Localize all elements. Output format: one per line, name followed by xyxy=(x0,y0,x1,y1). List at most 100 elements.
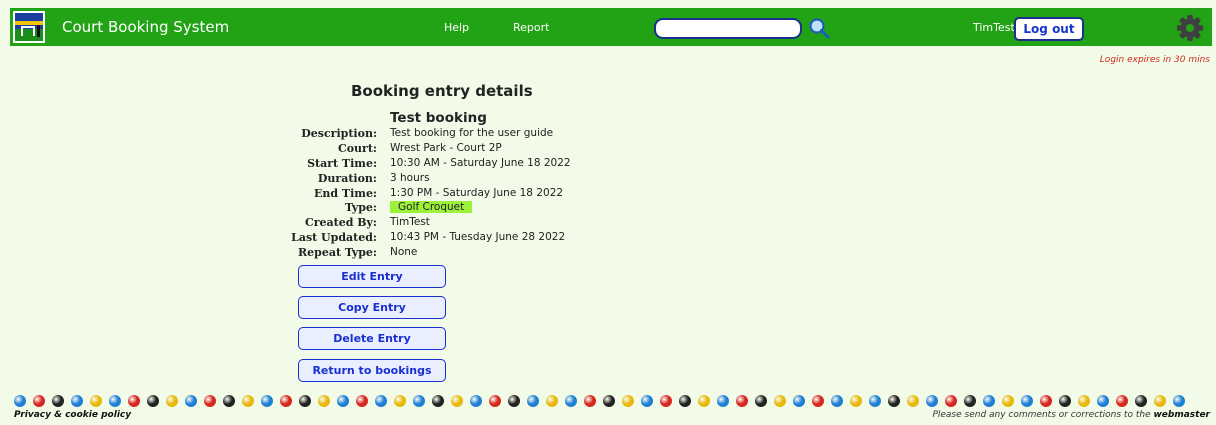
croquet-ball xyxy=(527,395,539,407)
croquet-ball xyxy=(413,395,425,407)
croquet-ball xyxy=(1002,395,1014,407)
logout-button[interactable]: Log out xyxy=(1014,17,1084,41)
croquet-ball xyxy=(261,395,273,407)
detail-label: Duration: xyxy=(317,171,377,185)
username: TimTest xyxy=(973,21,1015,34)
type-badge: Golf Croquet xyxy=(390,201,473,214)
edit-entry-button[interactable]: Edit Entry xyxy=(298,265,446,288)
footer-note-text: Please send any comments or corrections … xyxy=(932,410,1151,420)
croquet-ball xyxy=(318,395,330,407)
detail-label: Start Time: xyxy=(307,156,377,170)
croquet-ball xyxy=(1173,395,1185,407)
croquet-ball xyxy=(603,395,615,407)
croquet-ball xyxy=(337,395,349,407)
croquet-ball xyxy=(223,395,235,407)
croquet-ball xyxy=(850,395,862,407)
croquet-ball xyxy=(394,395,406,407)
detail-label: Created By: xyxy=(304,216,377,230)
croquet-ball xyxy=(926,395,938,407)
detail-label: Court: xyxy=(337,141,377,155)
croquet-ball xyxy=(945,395,957,407)
croquet-ball xyxy=(375,395,387,407)
copy-entry-button[interactable]: Copy Entry xyxy=(298,296,446,319)
detail-label: Last Updated: xyxy=(291,231,377,245)
detail-value: TimTest xyxy=(390,216,430,229)
croquet-ball xyxy=(204,395,216,407)
croquet-ball xyxy=(299,395,311,407)
croquet-ball xyxy=(660,395,672,407)
croquet-ball xyxy=(622,395,634,407)
croquet-ball xyxy=(280,395,292,407)
detail-value: Test booking for the user guide xyxy=(390,127,554,139)
croquet-ball xyxy=(508,395,520,407)
croquet-ball xyxy=(1078,395,1090,407)
croquet-ball xyxy=(755,395,767,407)
croquet-ball xyxy=(147,395,159,407)
detail-label: Description: xyxy=(301,127,377,140)
page-title: Booking entry details xyxy=(351,82,533,100)
webmaster-link[interactable]: webmaster xyxy=(1153,410,1210,420)
entry-name: Test booking xyxy=(390,110,487,126)
croquet-ball xyxy=(470,395,482,407)
croquet-ball xyxy=(432,395,444,407)
detail-value: 1:30 PM - Saturday June 18 2022 xyxy=(390,186,564,199)
footer-note: Please send any comments or corrections … xyxy=(932,410,1210,420)
app-logo xyxy=(13,11,45,43)
delete-entry-button[interactable]: Delete Entry xyxy=(298,327,446,350)
nav-report-link[interactable]: Report xyxy=(513,21,549,34)
detail-label: End Time: xyxy=(314,186,377,200)
detail-value: Wrest Park - Court 2P xyxy=(390,141,502,154)
croquet-ball xyxy=(869,395,881,407)
croquet-ball xyxy=(489,395,501,407)
croquet-ball xyxy=(451,395,463,407)
detail-label: Repeat Type: xyxy=(298,246,377,260)
nav-help-link[interactable]: Help xyxy=(444,21,469,34)
croquet-ball xyxy=(128,395,140,407)
croquet-ball xyxy=(546,395,558,407)
croquet-ball xyxy=(831,395,843,407)
detail-value: None xyxy=(390,246,418,259)
croquet-ball xyxy=(736,395,748,407)
croquet-ball xyxy=(584,395,596,407)
search-input[interactable] xyxy=(654,18,802,39)
croquet-ball xyxy=(565,395,577,407)
top-navigation-bar: Court Booking System Help Report TimTest… xyxy=(10,8,1212,46)
croquet-ball xyxy=(679,395,691,407)
privacy-policy-link[interactable]: Privacy & cookie policy xyxy=(14,410,131,420)
croquet-balls-divider xyxy=(14,395,1210,407)
croquet-ball xyxy=(71,395,83,407)
croquet-ball xyxy=(907,395,919,407)
croquet-ball xyxy=(793,395,805,407)
croquet-ball xyxy=(14,395,26,407)
croquet-ball xyxy=(698,395,710,407)
croquet-ball xyxy=(717,395,729,407)
croquet-ball xyxy=(33,395,45,407)
detail-value: 3 hours xyxy=(390,171,430,184)
croquet-ball xyxy=(166,395,178,407)
croquet-ball xyxy=(109,395,121,407)
login-expiry-notice: Login expires in 30 mins xyxy=(1099,55,1210,65)
app-title[interactable]: Court Booking System xyxy=(62,18,229,36)
detail-value: 10:30 AM - Saturday June 18 2022 xyxy=(390,156,571,169)
croquet-ball xyxy=(1040,395,1052,407)
return-to-bookings-button[interactable]: Return to bookings xyxy=(298,359,446,382)
croquet-ball xyxy=(1097,395,1109,407)
croquet-ball xyxy=(90,395,102,407)
detail-value: 10:43 PM - Tuesday June 28 2022 xyxy=(390,231,566,244)
croquet-ball xyxy=(52,395,64,407)
croquet-ball xyxy=(1116,395,1128,407)
detail-label: Type: xyxy=(344,201,377,215)
croquet-ball xyxy=(356,395,368,407)
gear-icon[interactable] xyxy=(1176,14,1204,42)
croquet-ball xyxy=(185,395,197,407)
croquet-ball xyxy=(1021,395,1033,407)
search-icon[interactable] xyxy=(808,17,830,39)
croquet-ball xyxy=(964,395,976,407)
croquet-ball xyxy=(641,395,653,407)
croquet-ball xyxy=(1154,395,1166,407)
croquet-ball xyxy=(1135,395,1147,407)
croquet-ball xyxy=(774,395,786,407)
croquet-ball xyxy=(242,395,254,407)
croquet-ball xyxy=(983,395,995,407)
croquet-ball xyxy=(1059,395,1071,407)
